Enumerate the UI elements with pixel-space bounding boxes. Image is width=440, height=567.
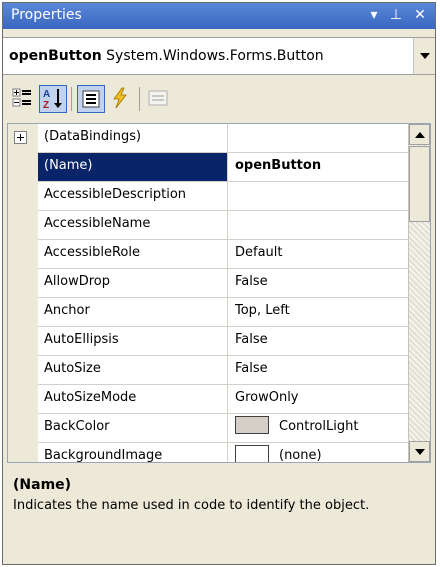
row-gutter: [8, 356, 38, 385]
window-position-dropdown-icon[interactable]: ▾: [365, 6, 383, 24]
property-row-backgroundimage[interactable]: BackgroundImage (none): [8, 443, 408, 463]
property-name: AutoEllipsis: [38, 327, 228, 355]
property-value[interactable]: GrowOnly: [229, 385, 408, 413]
row-gutter: [8, 385, 38, 414]
property-name: BackgroundImage: [38, 443, 228, 462]
pin-icon[interactable]: ⊥: [387, 6, 405, 24]
row-gutter: [8, 414, 38, 443]
property-row-databindings[interactable]: (DataBindings): [8, 124, 408, 153]
property-row-autoellipsis[interactable]: AutoEllipsis False: [8, 327, 408, 356]
description-title: (Name): [13, 477, 72, 493]
row-gutter: [8, 153, 38, 182]
property-name: AccessibleRole: [38, 240, 228, 268]
property-row-allowdrop[interactable]: AllowDrop False: [8, 269, 408, 298]
property-value[interactable]: False: [229, 269, 408, 297]
toolbar-separator: [71, 87, 72, 111]
properties-toolbar: A Z: [3, 81, 435, 119]
property-value[interactable]: [229, 182, 408, 210]
property-name: (Name): [38, 153, 228, 181]
property-name: AccessibleDescription: [38, 182, 228, 210]
property-row-accessiblename[interactable]: AccessibleName: [8, 211, 408, 240]
property-value[interactable]: Top, Left: [229, 298, 408, 326]
scrollbar-thumb[interactable]: [409, 146, 430, 222]
property-name: AutoSizeMode: [38, 385, 228, 413]
scroll-up-icon[interactable]: [409, 124, 430, 145]
property-pages-button[interactable]: [145, 85, 173, 113]
property-value[interactable]: ControlLight: [229, 414, 408, 442]
events-icon: [113, 87, 127, 109]
toolbar-separator: [139, 87, 140, 111]
color-swatch: [235, 416, 269, 434]
window-title: Properties: [11, 7, 82, 23]
description-panel: (Name) Indicates the name used in code t…: [7, 471, 431, 561]
properties-button[interactable]: [77, 85, 105, 113]
property-value-text: ControlLight: [279, 419, 359, 434]
selected-object-name: openButton: [9, 48, 102, 64]
vertical-scrollbar[interactable]: [408, 124, 430, 462]
property-row-accessiblerole[interactable]: AccessibleRole Default: [8, 240, 408, 269]
property-name: AllowDrop: [38, 269, 228, 297]
description-text: Indicates the name used in code to ident…: [13, 498, 370, 513]
row-gutter: [8, 327, 38, 356]
events-button[interactable]: [107, 85, 135, 113]
property-value[interactable]: (none): [229, 443, 408, 463]
row-gutter: [8, 269, 38, 298]
alphabetical-button[interactable]: A Z: [39, 85, 67, 113]
row-gutter: [8, 211, 38, 240]
property-row-accessibledescription[interactable]: AccessibleDescription: [8, 182, 408, 211]
property-grid[interactable]: (DataBindings) (Name) openButton Accessi…: [7, 123, 431, 463]
property-name: BackColor: [38, 414, 228, 442]
property-value[interactable]: False: [229, 327, 408, 355]
property-row-autosize[interactable]: AutoSize False: [8, 356, 408, 385]
categorized-button[interactable]: [9, 85, 37, 113]
property-value[interactable]: openButton: [229, 153, 408, 181]
property-value[interactable]: [229, 211, 408, 239]
close-icon[interactable]: ✕: [411, 6, 429, 24]
property-name: AccessibleName: [38, 211, 228, 239]
image-swatch: [235, 445, 269, 462]
categorized-icon: [12, 88, 31, 107]
alphabetical-icon: A Z: [43, 89, 62, 111]
properties-icon: [82, 90, 100, 108]
property-value[interactable]: False: [229, 356, 408, 384]
property-row-anchor[interactable]: Anchor Top, Left: [8, 298, 408, 327]
property-value[interactable]: [229, 124, 408, 152]
row-gutter: [8, 298, 38, 327]
property-pages-icon: [148, 90, 168, 106]
row-gutter: [8, 443, 38, 462]
property-row-backcolor[interactable]: BackColor ControlLight: [8, 414, 408, 443]
row-gutter: [8, 240, 38, 269]
svg-text:Z: Z: [43, 100, 49, 111]
selected-object-type: System.Windows.Forms.Button: [106, 48, 324, 64]
selected-object: openButton System.Windows.Forms.Button: [9, 48, 324, 64]
object-selector[interactable]: openButton System.Windows.Forms.Button: [3, 37, 435, 75]
expand-plus-icon[interactable]: [14, 131, 27, 144]
properties-window: Properties ▾ ⊥ ✕ openButton System.Windo…: [2, 2, 436, 565]
property-row-name[interactable]: (Name) openButton: [8, 153, 408, 182]
property-row-autosizemode[interactable]: AutoSizeMode GrowOnly: [8, 385, 408, 414]
property-value[interactable]: Default: [229, 240, 408, 268]
property-value-text: (none): [279, 448, 322, 463]
scroll-down-icon[interactable]: [409, 441, 430, 462]
property-name: Anchor: [38, 298, 228, 326]
title-bar[interactable]: Properties ▾ ⊥ ✕: [3, 3, 435, 29]
property-name: (DataBindings): [38, 124, 228, 152]
chevron-down-icon[interactable]: [413, 38, 435, 74]
property-name: AutoSize: [38, 356, 228, 384]
row-gutter: [8, 182, 38, 211]
svg-text:A: A: [43, 89, 50, 100]
row-gutter: [8, 124, 38, 153]
